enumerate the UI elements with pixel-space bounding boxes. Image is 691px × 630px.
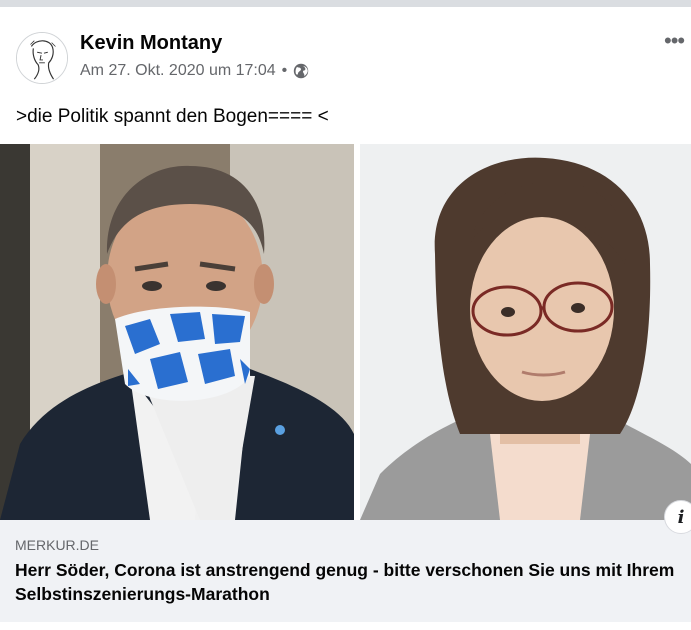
link-domain: MERKUR.DE — [15, 537, 100, 553]
top-divider — [0, 0, 691, 7]
more-options-icon[interactable]: ••• — [664, 30, 685, 52]
link-preview-image[interactable] — [0, 144, 691, 520]
timestamp[interactable]: Am 27. Okt. 2020 um 17:04 — [80, 62, 276, 80]
globe-icon[interactable] — [293, 63, 309, 79]
info-icon[interactable]: i — [664, 500, 691, 534]
post-meta: Am 27. Okt. 2020 um 17:04 • — [80, 62, 309, 80]
bottom-spacer — [0, 622, 691, 630]
left-photo — [0, 144, 354, 520]
author-name[interactable]: Kevin Montany — [80, 32, 222, 55]
meta-separator: • — [281, 62, 288, 79]
right-photo — [360, 144, 691, 520]
avatar[interactable] — [16, 32, 68, 84]
post-text: >die Politik spannt den Bogen==== < — [16, 106, 329, 127]
link-headline[interactable]: Herr Söder, Corona ist anstrengend genug… — [15, 558, 691, 606]
avatar-sketch-icon — [17, 33, 67, 83]
